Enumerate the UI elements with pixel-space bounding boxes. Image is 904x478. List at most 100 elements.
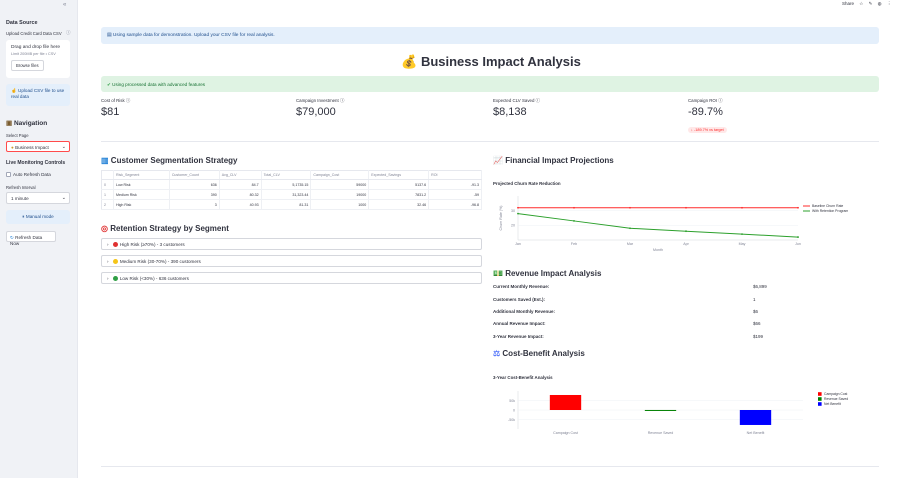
page-select-value: Business Impact [15, 144, 49, 150]
y-tick-label: 30 [511, 209, 515, 213]
churn-rate-chart[interactable]: 20 30 Jan Feb Mar Apr May Jun Month Churn Rate (%… [483, 190, 883, 260]
x-tick-label: Apr [683, 242, 689, 246]
legend-swatch [818, 392, 822, 396]
column-header[interactable]: Risk_Segment [113, 170, 170, 180]
help-icon[interactable]: ⓘ [66, 30, 71, 36]
x-axis-label: Month [653, 248, 663, 252]
help-icon[interactable]: ⓘ [718, 98, 722, 103]
data-point [629, 227, 631, 230]
refresh-interval-value: 1 minute [11, 196, 29, 201]
y-tick-label: -50k [508, 418, 515, 422]
data-point [797, 236, 799, 238]
x-tick-label: Mar [627, 242, 634, 246]
expander-label: High Risk (≥70%) - 3 customers [119, 242, 185, 247]
legend-label: Baseline Churn Rate [812, 204, 843, 208]
table-cell: 1 [101, 189, 114, 200]
financial-title: 📈 Financial Impact Projections [493, 156, 614, 165]
manual-mode-text: Manual mode [25, 214, 54, 219]
target-icon: ◎ [101, 224, 108, 233]
revenue-value: 1 [753, 297, 756, 302]
column-header[interactable]: ROI [428, 170, 482, 180]
info-icon: ▤ [107, 33, 112, 38]
bar [549, 394, 582, 410]
table-cell: 636 [169, 179, 220, 190]
revenue-label: Current Monthly Revenue: [493, 284, 550, 289]
live-monitoring-title: Live Monitoring Controls [6, 160, 66, 166]
help-icon[interactable]: ⓘ [126, 98, 130, 103]
scale-icon: ⚖ [493, 349, 501, 358]
x-tick-label: Campaign Cost [553, 431, 578, 435]
data-point [517, 212, 519, 215]
legend-label: Net Benefit [824, 402, 841, 406]
metric-label: Campaign ROI ⓘ [688, 98, 878, 104]
data-point [797, 206, 799, 209]
money-icon: ● [11, 144, 14, 150]
metric-label-text: Expected CLV Saved [493, 98, 535, 103]
x-tick-label: Revenue Saved [648, 431, 674, 435]
data-point [741, 233, 743, 236]
success-alert: ✔ Using processed data with advanced fea… [101, 76, 879, 92]
collapse-sidebar-icon[interactable]: « [63, 2, 66, 8]
help-icon[interactable]: ⓘ [340, 98, 344, 103]
money-bag-icon: 💰 [401, 54, 418, 69]
main-content: ▤ Using sample data for demonstration. U… [78, 0, 904, 478]
auto-refresh-checkbox[interactable]: Auto Refresh Data [6, 172, 51, 178]
expander-high-risk[interactable]: › High Risk (≥70%) - 3 customers [101, 238, 482, 250]
success-text: Using processed data with advanced featu… [112, 81, 206, 87]
expander-medium-risk[interactable]: › Medium Risk (30-70%) - 390 customers [101, 255, 482, 267]
refresh-data-label: Refresh Data Now [10, 234, 43, 246]
data-point [685, 206, 687, 209]
retention-title-text: Retention Strategy by Segment [110, 224, 229, 233]
expander-low-risk[interactable]: › Low Risk (<30%) - 636 customers [101, 272, 482, 284]
segmentation-title: ▥ Customer Segmentation Strategy [101, 156, 238, 165]
segmentation-table[interactable]: Risk_Segment Customer_Count Avg_CLV Tota… [101, 170, 482, 210]
file-dropzone[interactable]: Drag and drop file here Limit 200MB per … [6, 40, 70, 78]
revenue-row: Current Monthly Revenue: $6,899 [493, 284, 783, 289]
x-tick-label: Jun [795, 242, 801, 246]
column-header[interactable] [101, 170, 114, 180]
refresh-interval-label: Refresh Interval [6, 185, 36, 190]
table-cell: -96.8 [428, 199, 482, 210]
revenue-row: Additional Monthly Revenue: $6 [493, 309, 783, 314]
x-tick-label: Feb [571, 242, 577, 246]
column-header[interactable]: Campaign_Cost [310, 170, 370, 180]
refresh-data-button[interactable]: ↻ Refresh Data Now [6, 231, 56, 246]
refresh-interval-select[interactable]: 1 minute ⌄ [6, 192, 70, 204]
churn-chart-title: Projected Churn Rate Reduction [493, 181, 561, 186]
column-header[interactable]: Avg_CLV [219, 170, 262, 180]
column-header[interactable]: Customer_Count [169, 170, 220, 180]
column-header[interactable]: Expected_Savings [368, 170, 430, 180]
navigation-title: ▣ Navigation [6, 119, 47, 127]
bar [644, 409, 677, 411]
table-row[interactable]: 1 Medium Risk 390 80.32 31,323.44 19000 … [101, 189, 482, 200]
table-cell: 84.7 [219, 179, 262, 190]
yellow-circle-icon [112, 259, 118, 265]
legend-swatch [818, 397, 822, 401]
info-alert: ▤ Using sample data for demonstration. U… [101, 27, 879, 44]
compass-icon: ▣ [6, 120, 13, 127]
table-cell: High Risk [113, 199, 170, 210]
table-cell: 0 [101, 179, 114, 190]
table-row[interactable]: 0 Low Risk 636 84.7 5,1735.15 59000 5137… [101, 179, 482, 190]
metric-delta: ↓ -189.7% vs target [688, 127, 727, 133]
pause-icon: ⏸ [22, 214, 25, 219]
bar-chart-icon: ▥ [101, 156, 109, 165]
metric-label-text: Campaign Investment [296, 98, 339, 103]
info-text: Using sample data for demonstration. Upl… [112, 33, 275, 38]
revenue-row: Annual Revenue Impact: $66 [493, 321, 783, 326]
trend-chart-icon: 📈 [493, 156, 503, 165]
cost-benefit-title-text: Cost-Benefit Analysis [502, 349, 585, 358]
revenue-row: 3-Year Revenue Impact: $199 [493, 334, 783, 339]
metric-value: $79,000 [296, 106, 336, 118]
table-row[interactable]: 2 High Risk 3 40.93 81.31 1000 32.46 -96… [101, 199, 482, 210]
retention-title: ◎ Retention Strategy by Segment [101, 224, 229, 233]
revenue-label: Additional Monthly Revenue: [493, 309, 556, 314]
cost-benefit-chart[interactable]: 50k0-50kCampaign CostCampaign CostRevenu… [483, 385, 883, 443]
browse-files-button[interactable]: Browse files [11, 60, 44, 71]
help-icon[interactable]: ⓘ [536, 98, 540, 103]
metric-value: $8,138 [493, 106, 527, 118]
x-tick-label: May [739, 242, 746, 246]
metric-label-text: Campaign ROI [688, 98, 718, 103]
column-header[interactable]: Total_CLV [261, 170, 312, 180]
page-select[interactable]: ● Business Impact ⌄ [6, 141, 70, 152]
